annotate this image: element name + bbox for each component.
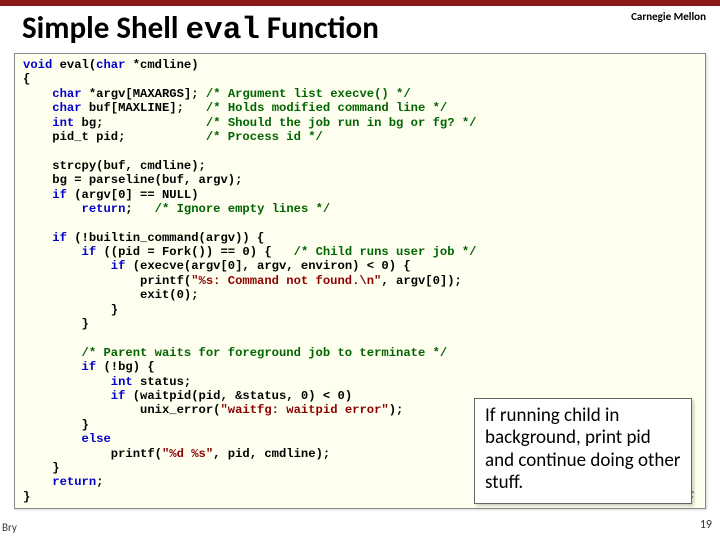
title-pre: Simple Shell xyxy=(22,9,185,47)
page-number: 19 xyxy=(700,518,712,532)
branding-label: Carnegie Mellon xyxy=(631,10,706,23)
annotation-callout: If running child in background, print pi… xyxy=(474,398,692,504)
credit-label: Bry xyxy=(2,521,17,534)
slide-title: Simple Shell eval Function xyxy=(0,6,720,51)
title-post: Function xyxy=(260,9,379,47)
title-mono: eval xyxy=(185,13,259,48)
